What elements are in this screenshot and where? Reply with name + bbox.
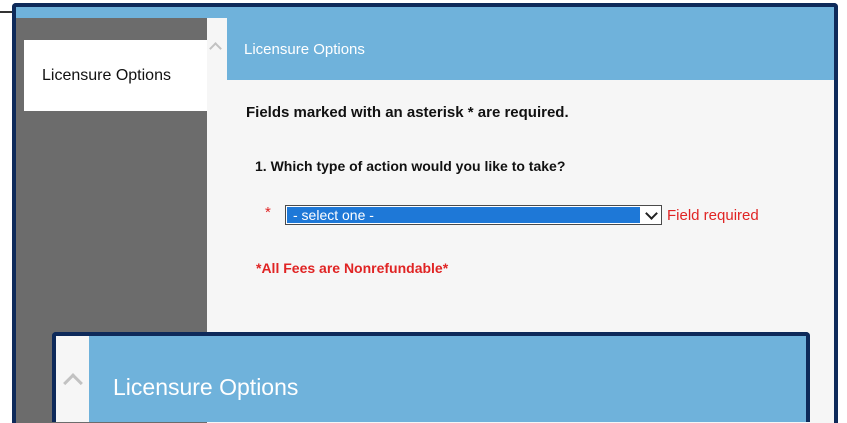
- fees-nonrefundable-note: *All Fees are Nonrefundable*: [256, 260, 449, 276]
- chevron-up-icon[interactable]: [209, 42, 222, 55]
- select-selected-value: - select one -: [287, 207, 640, 223]
- zoom-panel-header: Licensure Options: [89, 336, 806, 422]
- top-nav-strip: [16, 7, 834, 18]
- zoom-collapse-column: [56, 336, 89, 422]
- required-asterisk: *: [265, 204, 271, 221]
- panel-header: Licensure Options: [227, 18, 834, 80]
- panel-title: Licensure Options: [244, 40, 365, 58]
- field-required-error: Field required: [667, 207, 759, 224]
- zoom-overlay: Licensure Options: [52, 332, 810, 422]
- sidebar-item-licensure-options[interactable]: Licensure Options: [24, 40, 207, 111]
- chevron-down-icon[interactable]: [645, 207, 658, 220]
- sidebar-item-label: Licensure Options: [42, 66, 171, 84]
- chevron-up-icon[interactable]: [63, 373, 83, 393]
- required-fields-note: Fields marked with an asterisk * are req…: [246, 104, 569, 121]
- question-label: 1. Which type of action would you like t…: [255, 158, 566, 174]
- action-type-select[interactable]: - select one -: [285, 205, 662, 225]
- zoom-panel-title: Licensure Options: [113, 374, 299, 400]
